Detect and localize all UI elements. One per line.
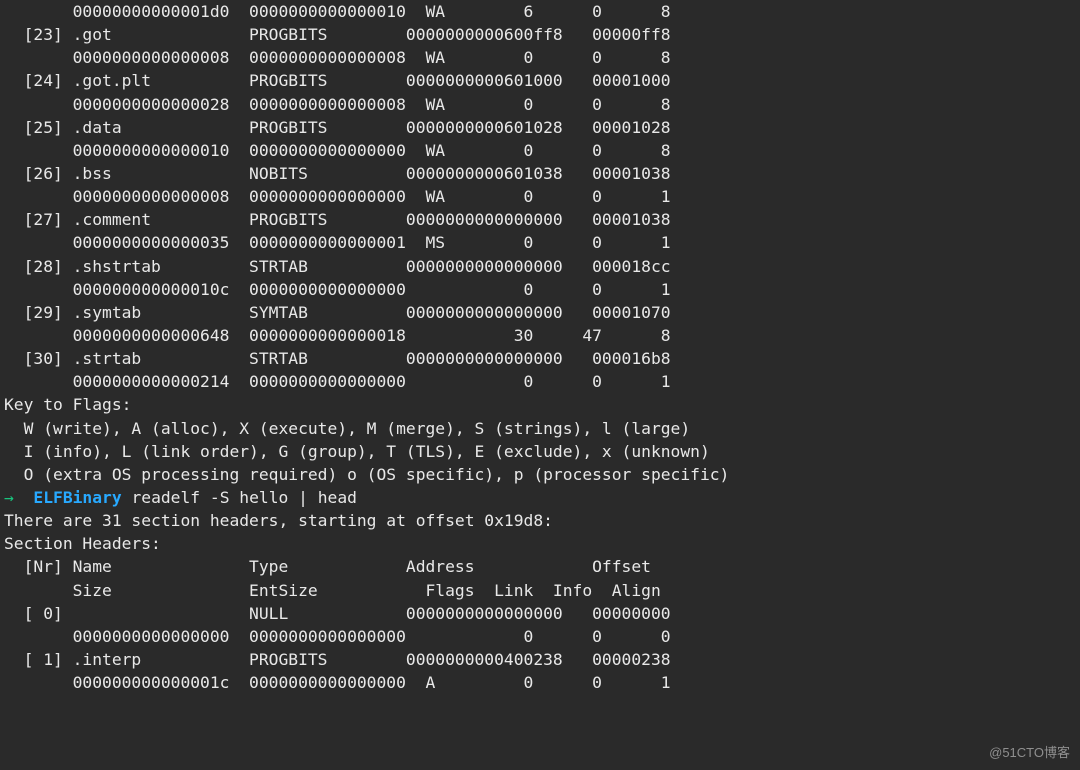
terminal-line: 0000000000000214 0000000000000000 0 0 1 <box>4 370 1076 393</box>
terminal-line: There are 31 section headers, starting a… <box>4 509 1076 532</box>
terminal-line: 0000000000000000 0000000000000000 0 0 0 <box>4 625 1076 648</box>
terminal-line: 000000000000001c 0000000000000000 A 0 0 … <box>4 671 1076 694</box>
terminal-line: Section Headers: <box>4 532 1076 555</box>
prompt-arrow-icon: → <box>4 488 14 507</box>
terminal-line: 0000000000000028 0000000000000008 WA 0 0… <box>4 93 1076 116</box>
terminal-output: 00000000000001d0 0000000000000010 WA 6 0… <box>0 0 1080 694</box>
terminal-line: [28] .shstrtab STRTAB 0000000000000000 0… <box>4 255 1076 278</box>
terminal-line: 0000000000000008 0000000000000008 WA 0 0… <box>4 46 1076 69</box>
prompt-directory: ELFBinary <box>33 488 121 507</box>
terminal-line: Key to Flags: <box>4 393 1076 416</box>
terminal-line: [ 0] NULL 0000000000000000 00000000 <box>4 602 1076 625</box>
terminal-line: 00000000000001d0 0000000000000010 WA 6 0… <box>4 0 1076 23</box>
terminal-line: 0000000000000648 0000000000000018 30 47 … <box>4 324 1076 347</box>
shell-prompt[interactable]: → ELFBinary readelf -S hello | head <box>4 486 1076 509</box>
terminal-line: Size EntSize Flags Link Info Align <box>4 579 1076 602</box>
terminal-line: 0000000000000035 0000000000000001 MS 0 0… <box>4 231 1076 254</box>
terminal-line: [25] .data PROGBITS 0000000000601028 000… <box>4 116 1076 139</box>
terminal-line: O (extra OS processing required) o (OS s… <box>4 463 1076 486</box>
terminal-line: W (write), A (alloc), X (execute), M (me… <box>4 417 1076 440</box>
terminal-line: [Nr] Name Type Address Offset <box>4 555 1076 578</box>
terminal-line: [23] .got PROGBITS 0000000000600ff8 0000… <box>4 23 1076 46</box>
terminal-line: 000000000000010c 0000000000000000 0 0 1 <box>4 278 1076 301</box>
terminal-line: [27] .comment PROGBITS 0000000000000000 … <box>4 208 1076 231</box>
terminal-line: [26] .bss NOBITS 0000000000601038 000010… <box>4 162 1076 185</box>
terminal-line: 0000000000000010 0000000000000000 WA 0 0… <box>4 139 1076 162</box>
terminal-line: 0000000000000008 0000000000000000 WA 0 0… <box>4 185 1076 208</box>
terminal-line: [24] .got.plt PROGBITS 0000000000601000 … <box>4 69 1076 92</box>
terminal-line: [29] .symtab SYMTAB 0000000000000000 000… <box>4 301 1076 324</box>
watermark: @51CTO博客 <box>989 744 1070 762</box>
terminal-line: I (info), L (link order), G (group), T (… <box>4 440 1076 463</box>
terminal-line: [ 1] .interp PROGBITS 0000000000400238 0… <box>4 648 1076 671</box>
prompt-command[interactable]: readelf -S hello | head <box>131 488 356 507</box>
terminal-line: [30] .strtab STRTAB 0000000000000000 000… <box>4 347 1076 370</box>
